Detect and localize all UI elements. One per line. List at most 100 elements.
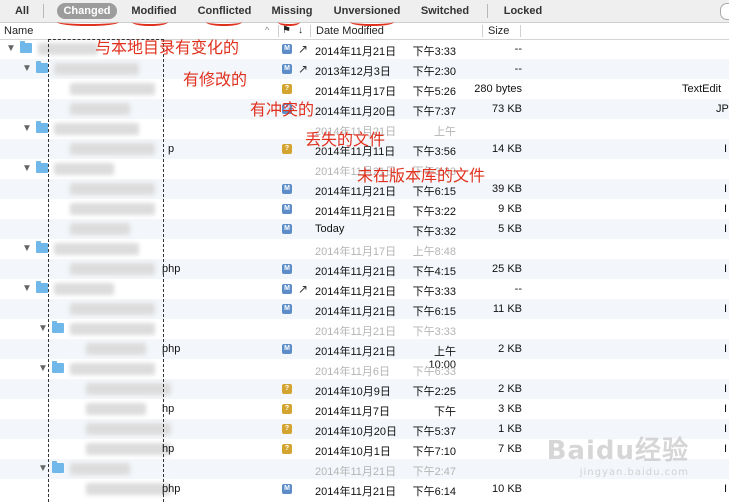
filter-conflicted-button[interactable]: Conflicted	[192, 3, 257, 19]
disclosure-triangle-icon[interactable]: ▼	[22, 243, 32, 254]
time-cell: 下午5:37	[412, 426, 456, 438]
time-cell: 下午4:15	[412, 266, 456, 278]
date-cell: 2014年11月21日	[315, 486, 397, 498]
size-cell: 11 KB	[492, 303, 522, 315]
search-field[interactable]	[720, 3, 729, 20]
redaction-box	[48, 39, 164, 502]
date-cell: 2014年10月1日	[315, 446, 391, 458]
date-cell: 2014年11月21日	[315, 326, 397, 338]
date-cell: 2014年11月17日	[315, 246, 397, 258]
unversioned-status-icon: ?	[282, 84, 292, 94]
time-cell: 下午2:25	[412, 386, 456, 398]
folder-icon	[36, 281, 48, 293]
kind-cell: I	[724, 343, 728, 355]
filename-extension: php	[162, 483, 181, 495]
filename-extension: p	[168, 143, 175, 155]
time-cell: 上午8:48	[412, 246, 456, 258]
time-cell: 下午5:26	[412, 86, 456, 98]
sort-indicator-icon: ^	[265, 25, 270, 35]
unversioned-status-icon: ?	[282, 424, 292, 434]
date-cell: 2014年10月20日	[315, 426, 397, 438]
time-cell: 下午6:14	[412, 486, 456, 498]
name-column-header[interactable]: Name	[4, 25, 33, 37]
filter-missing-button[interactable]: Missing	[266, 3, 318, 19]
folder-icon	[36, 241, 48, 253]
disclosure-triangle-icon[interactable]: ▼	[22, 283, 32, 294]
kind-cell: I	[724, 423, 728, 435]
time-cell: 下午2:47	[412, 466, 456, 478]
disclosure-triangle-icon[interactable]: ▼	[6, 43, 16, 54]
switched-arrow-icon: ↗	[298, 62, 309, 76]
annotation-modified: 有修改的	[183, 70, 248, 89]
date-cell: 2014年11月21日	[315, 206, 397, 218]
kind-cell: I	[724, 183, 728, 195]
annotation-unversioned: 未在版本库的文件	[357, 166, 486, 185]
date-cell: 2014年11月21日	[315, 266, 397, 278]
date-column-header[interactable]: Date Modified	[316, 25, 384, 37]
date-cell: 2014年11月21日	[315, 346, 397, 358]
date-cell: 2014年11月21日	[315, 466, 397, 478]
modified-status-icon: M	[282, 204, 292, 214]
annotation-missing: 丢失的文件	[305, 130, 386, 149]
folder-icon	[36, 61, 48, 73]
time-cell: 下午3:22	[412, 206, 456, 218]
disclosure-triangle-icon[interactable]: ▼	[22, 163, 32, 174]
date-cell: Today	[315, 223, 345, 235]
watermark-subtext: jingyan.baidu.com	[579, 467, 689, 478]
filter-locked-button[interactable]: Locked	[498, 3, 548, 19]
divider	[278, 25, 279, 37]
status-column-icon[interactable]: ⚑	[282, 25, 291, 36]
time-cell: 下午6:15	[412, 306, 456, 318]
filename-extension: php	[162, 263, 181, 275]
filter-changed-button[interactable]: Changed	[57, 3, 117, 19]
kind-cell: I	[724, 263, 728, 275]
disclosure-triangle-icon[interactable]: ▼	[38, 363, 48, 374]
changed-underline	[57, 18, 119, 26]
filter-modified-button[interactable]: Modified	[125, 3, 183, 19]
filter-unversioned-button[interactable]: Unversioned	[328, 3, 406, 19]
divider	[43, 4, 44, 18]
watermark-logo: Baidu经验 jingyan.baidu.com	[547, 430, 689, 478]
kind-cell: I	[724, 223, 728, 235]
divider	[520, 25, 521, 37]
time-cell: 下午3:32	[412, 226, 456, 238]
unversioned-status-icon: ?	[282, 384, 292, 394]
filter-all-button[interactable]: All	[10, 3, 34, 19]
size-cell: --	[514, 43, 522, 55]
disclosure-triangle-icon[interactable]: ▼	[22, 63, 32, 74]
size-cell: 2 KB	[498, 383, 522, 395]
time-cell: 下午3:33	[412, 326, 456, 338]
size-column-header[interactable]: Size	[488, 25, 509, 37]
date-cell: 2014年11月21日	[315, 286, 397, 298]
date-cell: 2013年12月3日	[315, 66, 391, 78]
filter-switched-button[interactable]: Switched	[414, 3, 476, 19]
modified-status-icon: M	[282, 224, 292, 234]
lock-column-icon[interactable]: ↓	[298, 25, 303, 36]
size-cell: 2 KB	[498, 343, 522, 355]
size-cell: 25 KB	[492, 263, 522, 275]
kind-cell: I	[724, 403, 728, 415]
date-cell: 2014年10月9日	[315, 386, 391, 398]
unversioned-status-icon: ?	[282, 144, 292, 154]
date-cell: 2014年11月17日	[315, 86, 397, 98]
size-cell: 10 KB	[492, 483, 522, 495]
missing-underline	[278, 18, 300, 26]
kind-cell: I	[724, 383, 728, 395]
size-cell: 1 KB	[498, 423, 522, 435]
disclosure-triangle-icon[interactable]: ▼	[22, 123, 32, 134]
conflicted-underline	[206, 18, 242, 26]
folder-icon	[20, 41, 32, 53]
time-cell: 下午6:33	[412, 366, 456, 378]
kind-cell: JP	[716, 103, 729, 115]
modified-status-icon: M	[282, 344, 292, 354]
folder-icon	[36, 161, 48, 173]
date-cell: 2014年11月21日	[315, 306, 397, 318]
modified-status-icon: M	[282, 304, 292, 314]
size-cell: 73 KB	[492, 103, 522, 115]
time-cell: 下午3:33	[412, 46, 456, 58]
unversioned-underline	[350, 18, 394, 26]
divider	[487, 4, 488, 18]
unversioned-status-icon: ?	[282, 404, 292, 414]
disclosure-triangle-icon[interactable]: ▼	[38, 463, 48, 474]
disclosure-triangle-icon[interactable]: ▼	[38, 323, 48, 334]
